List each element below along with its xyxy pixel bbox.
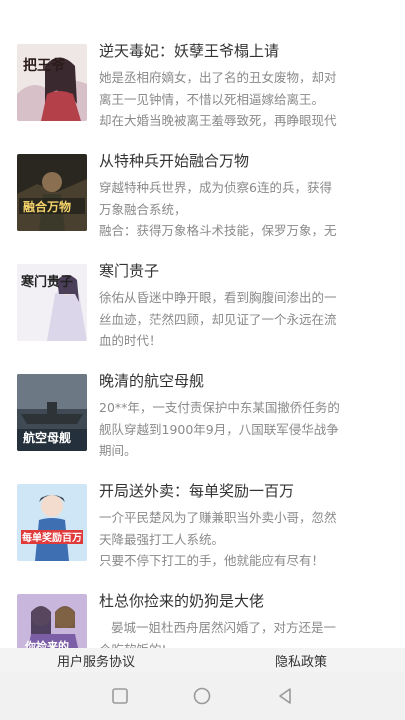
list-item[interactable]: 寒门贵子 寒门贵子 徐佑从昏迷中睁开眼，看到胸腹间渗出的一 丝血迹，茫然四顾，却…	[0, 261, 405, 374]
book-description: 穿越特种兵世界，成为侦察6连的兵，获得 万象融合系统， 融合：获得万象格斗术技能…	[99, 180, 337, 238]
svg-text:航空母舰: 航空母舰	[23, 430, 71, 445]
book-description: 晏城一姐杜西舟居然闪婚了，对方还是一 个吃软饭的!	[99, 620, 337, 648]
book-description: 一介平民楚风为了赚兼职当外卖小哥，忽然 天降最强打工人系统。 只要不停下打工的手…	[99, 510, 337, 568]
book-title[interactable]: 杜总你捡来的奶狗是大佬	[99, 591, 264, 611]
square-recents-icon[interactable]	[110, 686, 130, 706]
svg-text:寒门贵子: 寒门贵子	[20, 274, 73, 290]
book-description: 徐佑从昏迷中睁开眼，看到胸腹间渗出的一 丝血迹，茫然四顾，却见证了一个永远在流 …	[99, 290, 337, 348]
svg-text:你捡来的: 你捡来的	[24, 639, 69, 648]
book-cover[interactable]: 你捡来的	[17, 594, 87, 648]
svg-text:把王爷: 把王爷	[23, 57, 66, 74]
privacy-policy-link[interactable]: 隐私政策	[275, 651, 327, 670]
list-item[interactable]: 每单奖励百万 开局送外卖：每单奖励一百万 一介平民楚风为了赚兼职当外卖小哥，忽然…	[0, 481, 405, 594]
book-title[interactable]: 晚清的航空母舰	[99, 371, 204, 391]
book-cover[interactable]: 把王爷	[17, 44, 87, 121]
list-item[interactable]: 融合万物 从特种兵开始融合万物 穿越特种兵世界，成为侦察6连的兵，获得 万象融合…	[0, 151, 405, 264]
svg-text:融合万物: 融合万物	[23, 199, 71, 214]
book-title[interactable]: 寒门贵子	[99, 261, 159, 281]
book-cover[interactable]: 航空母舰	[17, 374, 87, 451]
book-title[interactable]: 逆天毒妃：妖孽王爷榻上请	[99, 41, 279, 61]
svg-text:每单奖励百万: 每单奖励百万	[22, 531, 82, 544]
list-item[interactable]: 把王爷 逆天毒妃：妖孽王爷榻上请 她是丞相府嫡女，出了名的丑女废物，却对 离王一…	[0, 41, 405, 154]
circle-home-icon[interactable]	[192, 686, 212, 706]
footer-links: 用户服务协议 隐私政策	[0, 648, 405, 672]
book-description: 20**年，一支付责保护中东某国撤侨任务的 舰队穿越到1900年9月，八国联军侵…	[99, 400, 340, 458]
book-cover[interactable]: 每单奖励百万	[17, 484, 87, 561]
book-list: 把王爷 逆天毒妃：妖孽王爷榻上请 她是丞相府嫡女，出了名的丑女废物，却对 离王一…	[0, 0, 405, 648]
system-navigation-bar	[0, 672, 405, 720]
list-item[interactable]: 你捡来的 杜总你捡来的奶狗是大佬 晏城一姐杜西舟居然闪婚了，对方还是一 个吃软饭…	[0, 591, 405, 648]
book-title[interactable]: 从特种兵开始融合万物	[99, 151, 249, 171]
list-item[interactable]: 航空母舰 晚清的航空母舰 20**年，一支付责保护中东某国撤侨任务的 舰队穿越到…	[0, 371, 405, 484]
book-cover[interactable]: 融合万物	[17, 154, 87, 231]
user-agreement-link[interactable]: 用户服务协议	[57, 651, 135, 670]
book-cover[interactable]: 寒门贵子	[17, 264, 87, 341]
triangle-back-icon[interactable]	[275, 686, 295, 706]
book-title[interactable]: 开局送外卖：每单奖励一百万	[99, 481, 294, 501]
book-description: 她是丞相府嫡女，出了名的丑女废物，却对 离王一见钟情，不惜以死相逼嫁给离王。 却…	[99, 70, 337, 128]
